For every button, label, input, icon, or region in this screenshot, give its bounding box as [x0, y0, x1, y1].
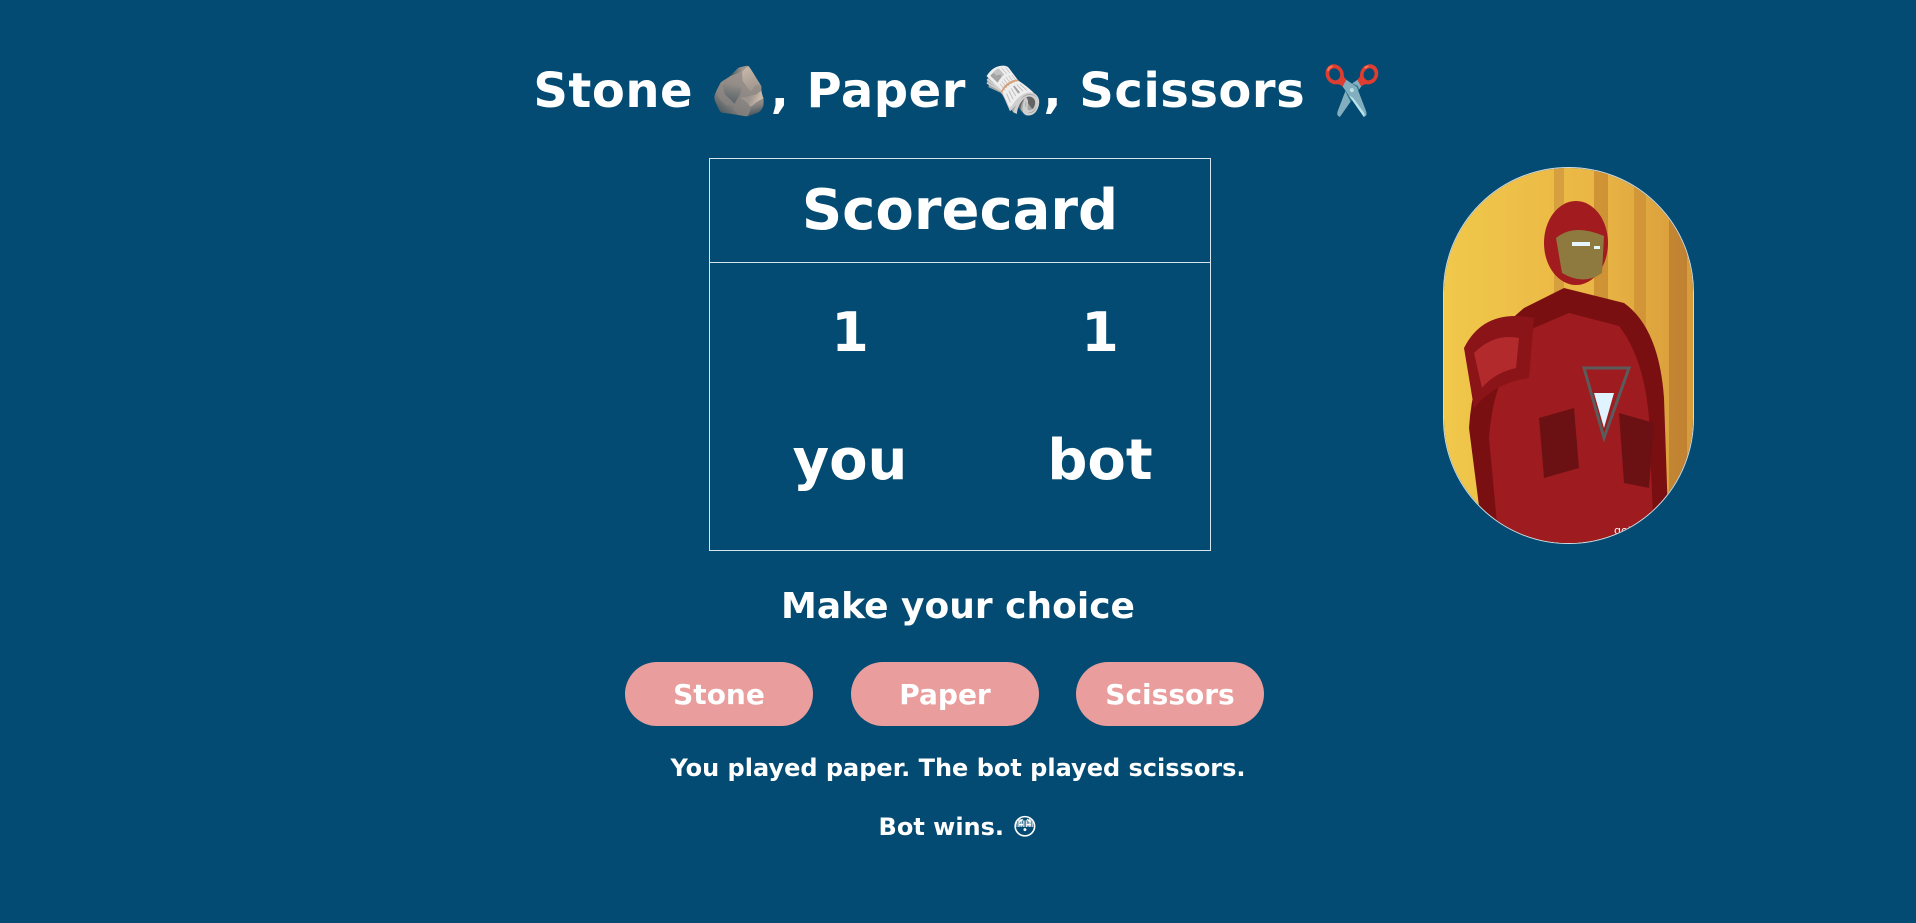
bot-label-column: bot [1000, 429, 1200, 493]
watermark-text: getM [1614, 524, 1642, 537]
stone-button[interactable]: Stone [625, 662, 813, 726]
page-title: Stone 🪨, Paper 🗞️, Scissors ✂️ [0, 58, 1916, 124]
you-label: you [792, 428, 908, 493]
paper-button[interactable]: Paper [851, 662, 1039, 726]
result-message: You played paper. The bot played scissor… [670, 754, 1246, 782]
outcome-message: Bot wins. 😳 [0, 812, 1916, 842]
bot-score-column: 1 [1000, 303, 1200, 363]
flushed-face-icon: 😳 [1012, 813, 1038, 841]
scorecard: Scorecard 1 1 you bot [709, 158, 1211, 551]
title-scissors: , Scissors [1043, 63, 1306, 119]
iron-man-icon: getM [1444, 168, 1693, 543]
outcome-text: Bot wins. [878, 813, 1005, 841]
stone-icon: 🪨 [710, 63, 771, 119]
scissors-icon: ✂️ [1322, 63, 1383, 119]
title-stone: Stone [533, 63, 694, 119]
scorecard-title: Scorecard [710, 159, 1210, 263]
game-page: Stone 🪨, Paper 🗞️, Scissors ✂️ Scorecard… [0, 0, 1916, 923]
you-score: 1 [831, 301, 869, 364]
bot-label: bot [1047, 428, 1153, 493]
bot-score: 1 [1081, 301, 1119, 364]
title-paper: , Paper [770, 63, 966, 119]
iron-man-image: getM [1443, 167, 1694, 544]
you-label-column: you [750, 429, 950, 493]
newspaper-icon: 🗞️ [983, 63, 1044, 119]
choice-prompt: Make your choice [781, 586, 1135, 627]
you-score-column: 1 [750, 303, 950, 363]
scissors-button[interactable]: Scissors [1076, 662, 1264, 726]
